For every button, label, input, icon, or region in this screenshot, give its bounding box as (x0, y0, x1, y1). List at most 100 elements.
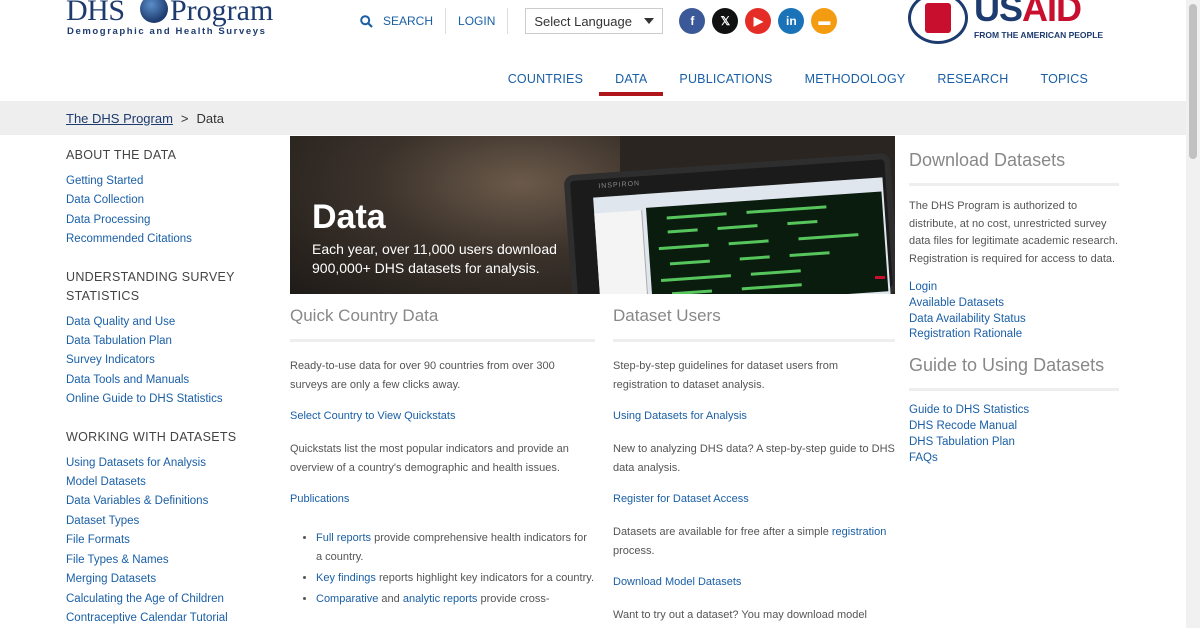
search-icon (360, 14, 373, 28)
logo-text-program: Program (170, 0, 274, 27)
sidebar-item[interactable]: Recommended Citations (66, 230, 266, 249)
section-text: Ready-to-use data for over 90 countries … (290, 360, 555, 391)
nav-topics[interactable]: TOPICS (1024, 64, 1104, 96)
sidebar-item[interactable]: Data Tabulation Plan (66, 332, 266, 351)
search-button[interactable]: SEARCH (360, 8, 447, 34)
hero-banner: INSPIRON Data Each year, over 11,000 use… (290, 136, 895, 294)
usaid-seal-icon (908, 0, 968, 44)
sidebar-item[interactable]: Merging Datasets (66, 570, 266, 589)
full-reports-link[interactable]: Full reports (316, 532, 371, 544)
hero-title: Data (312, 198, 386, 236)
sidebar-item[interactable]: Model Datasets (66, 473, 266, 492)
download-datasets-heading: Download Datasets (909, 150, 1119, 186)
sidebar-item[interactable]: Contraceptive Calendar Tutorial (66, 609, 266, 628)
list-item: Comparative and analytic reports provide… (316, 590, 595, 609)
list-item: Key findings reports highlight key indic… (316, 569, 595, 588)
data-availability-link[interactable]: Data Availability Status (909, 312, 1119, 328)
section-heading: Dataset Users (613, 306, 895, 342)
usaid-tagline: FROM THE AMERICAN PEOPLE (974, 30, 1104, 40)
nav-publications[interactable]: PUBLICATIONS (663, 64, 788, 96)
sidebar-item[interactable]: Dataset Types (66, 512, 266, 531)
x-icon[interactable]: 𝕏 (712, 8, 739, 34)
sidebar-group-datasets: WORKING WITH DATASETS Using Datasets for… (66, 428, 266, 628)
nav-methodology[interactable]: METHODOLOGY (789, 64, 922, 96)
recode-manual-link[interactable]: DHS Recode Manual (909, 419, 1119, 435)
sidebar-heading: WORKING WITH DATASETS (66, 429, 237, 444)
breadcrumb-current: Data (196, 110, 224, 126)
logo-tagline: Demographic and Health Surveys (67, 26, 267, 37)
sidebar-item[interactable]: Online Guide to DHS Statistics (66, 390, 266, 409)
blog-icon[interactable]: ▬ (811, 8, 838, 34)
sidebar-item[interactable]: Data Variables & Definitions (66, 492, 266, 511)
breadcrumb: The DHS Program > Data (0, 101, 1186, 135)
sidebar-item[interactable]: Data Processing (66, 211, 266, 230)
laptop-screen-image: INSPIRON (563, 152, 895, 294)
section-text: Step-by-step guidelines for dataset user… (613, 360, 839, 391)
sidebar-group-about: ABOUT THE DATA Getting Started Data Coll… (66, 146, 266, 250)
facebook-icon[interactable]: f (679, 8, 706, 34)
sidebar-item[interactable]: File Formats (66, 531, 266, 550)
faqs-link[interactable]: FAQs (909, 451, 1119, 467)
login-link[interactable]: LOGIN (446, 8, 509, 34)
usaid-wordmark: USAID (974, 0, 1082, 29)
registration-link[interactable]: registration (832, 526, 886, 538)
key-findings-link[interactable]: Key findings (316, 572, 376, 584)
list-item-text: and (378, 593, 403, 605)
sidebar-heading: UNDERSTANDING SURVEY STATISTICS (66, 269, 235, 303)
sidebar-item[interactable]: Getting Started (66, 172, 266, 191)
youtube-icon[interactable]: ▶ (745, 8, 772, 34)
download-links: Login Available Datasets Data Availabili… (909, 280, 1119, 343)
sidebar-item[interactable]: Data Tools and Manuals (66, 371, 266, 390)
page-scrollbar[interactable] (1186, 0, 1200, 628)
sidebar-item[interactable]: File Types & Names (66, 551, 266, 570)
sidebar-group-statistics: UNDERSTANDING SURVEY STATISTICS Data Qua… (66, 268, 266, 410)
available-datasets-link[interactable]: Available Datasets (909, 296, 1119, 312)
sidebar-item[interactable]: Data Collection (66, 191, 266, 210)
screen-window (593, 177, 891, 294)
select-country-link[interactable]: Select Country to View Quickstats (290, 407, 595, 426)
site-header: DHS Program Demographic and Health Surve… (0, 0, 1186, 100)
nav-research[interactable]: RESEARCH (921, 64, 1024, 96)
publications-list: Full reports provide comprehensive healt… (316, 529, 595, 609)
list-item: Full reports provide comprehensive healt… (316, 529, 595, 567)
download-model-datasets-link[interactable]: Download Model Datasets (613, 573, 895, 592)
language-select[interactable]: Select Language (525, 8, 664, 34)
dhs-program-logo[interactable]: DHS Program Demographic and Health Surve… (66, 0, 296, 44)
register-access-link[interactable]: Register for Dataset Access (613, 490, 895, 509)
comparative-link[interactable]: Comparative (316, 593, 378, 605)
section-text: Datasets are available for free after a … (613, 526, 887, 557)
scrollbar-thumb[interactable] (1189, 4, 1197, 159)
main-nav: COUNTRIES DATA PUBLICATIONS METHODOLOGY … (492, 64, 1104, 96)
linkedin-icon[interactable]: in (778, 8, 805, 34)
tabulation-plan-link[interactable]: DHS Tabulation Plan (909, 435, 1119, 451)
guide-stats-link[interactable]: Guide to DHS Statistics (909, 403, 1119, 419)
nav-countries[interactable]: COUNTRIES (492, 64, 599, 96)
breadcrumb-home-link[interactable]: The DHS Program (66, 111, 173, 126)
sidebar-item[interactable]: Survey Indicators (66, 351, 266, 370)
publications-link[interactable]: Publications (290, 490, 595, 509)
login-sidebar-link[interactable]: Login (909, 280, 1119, 296)
quick-country-data-section: Quick Country Data Ready-to-use data for… (290, 306, 595, 611)
sidebar-item[interactable]: Using Datasets for Analysis (66, 454, 266, 473)
analytic-reports-link[interactable]: analytic reports (403, 593, 478, 605)
section-text: Quickstats list the most popular indicat… (290, 443, 569, 474)
guide-heading: Guide to Using Datasets (909, 355, 1119, 392)
logo-text-dhs: DHS (66, 0, 125, 27)
breadcrumb-separator: > (180, 110, 189, 126)
sidebar-item[interactable]: Data Quality and Use (66, 313, 266, 332)
list-item-text: reports highlight key indicators for a c… (375, 572, 595, 584)
dataset-users-section: Dataset Users Step-by-step guidelines fo… (613, 306, 895, 628)
hero-accent-mark (875, 276, 885, 279)
nav-data[interactable]: DATA (599, 64, 664, 96)
sidebar-item[interactable]: Calculating the Age of Children (66, 590, 266, 609)
usaid-logo[interactable]: USAID FROM THE AMERICAN PEOPLE (908, 0, 1118, 44)
chevron-down-icon (644, 18, 655, 24)
sidebar-heading: ABOUT THE DATA (66, 148, 177, 162)
right-sidebar: Download Datasets The DHS Program is aut… (909, 150, 1119, 478)
utility-bar: SEARCH LOGIN Select Language f 𝕏 ▶ in ▬ (360, 8, 838, 34)
section-text: Want to try out a dataset? You may downl… (613, 609, 867, 621)
language-select-value: Select Language (534, 13, 632, 29)
section-text: New to analyzing DHS data? A step-by-ste… (613, 443, 895, 474)
registration-rationale-link[interactable]: Registration Rationale (909, 327, 1119, 343)
using-datasets-link[interactable]: Using Datasets for Analysis (613, 407, 895, 426)
